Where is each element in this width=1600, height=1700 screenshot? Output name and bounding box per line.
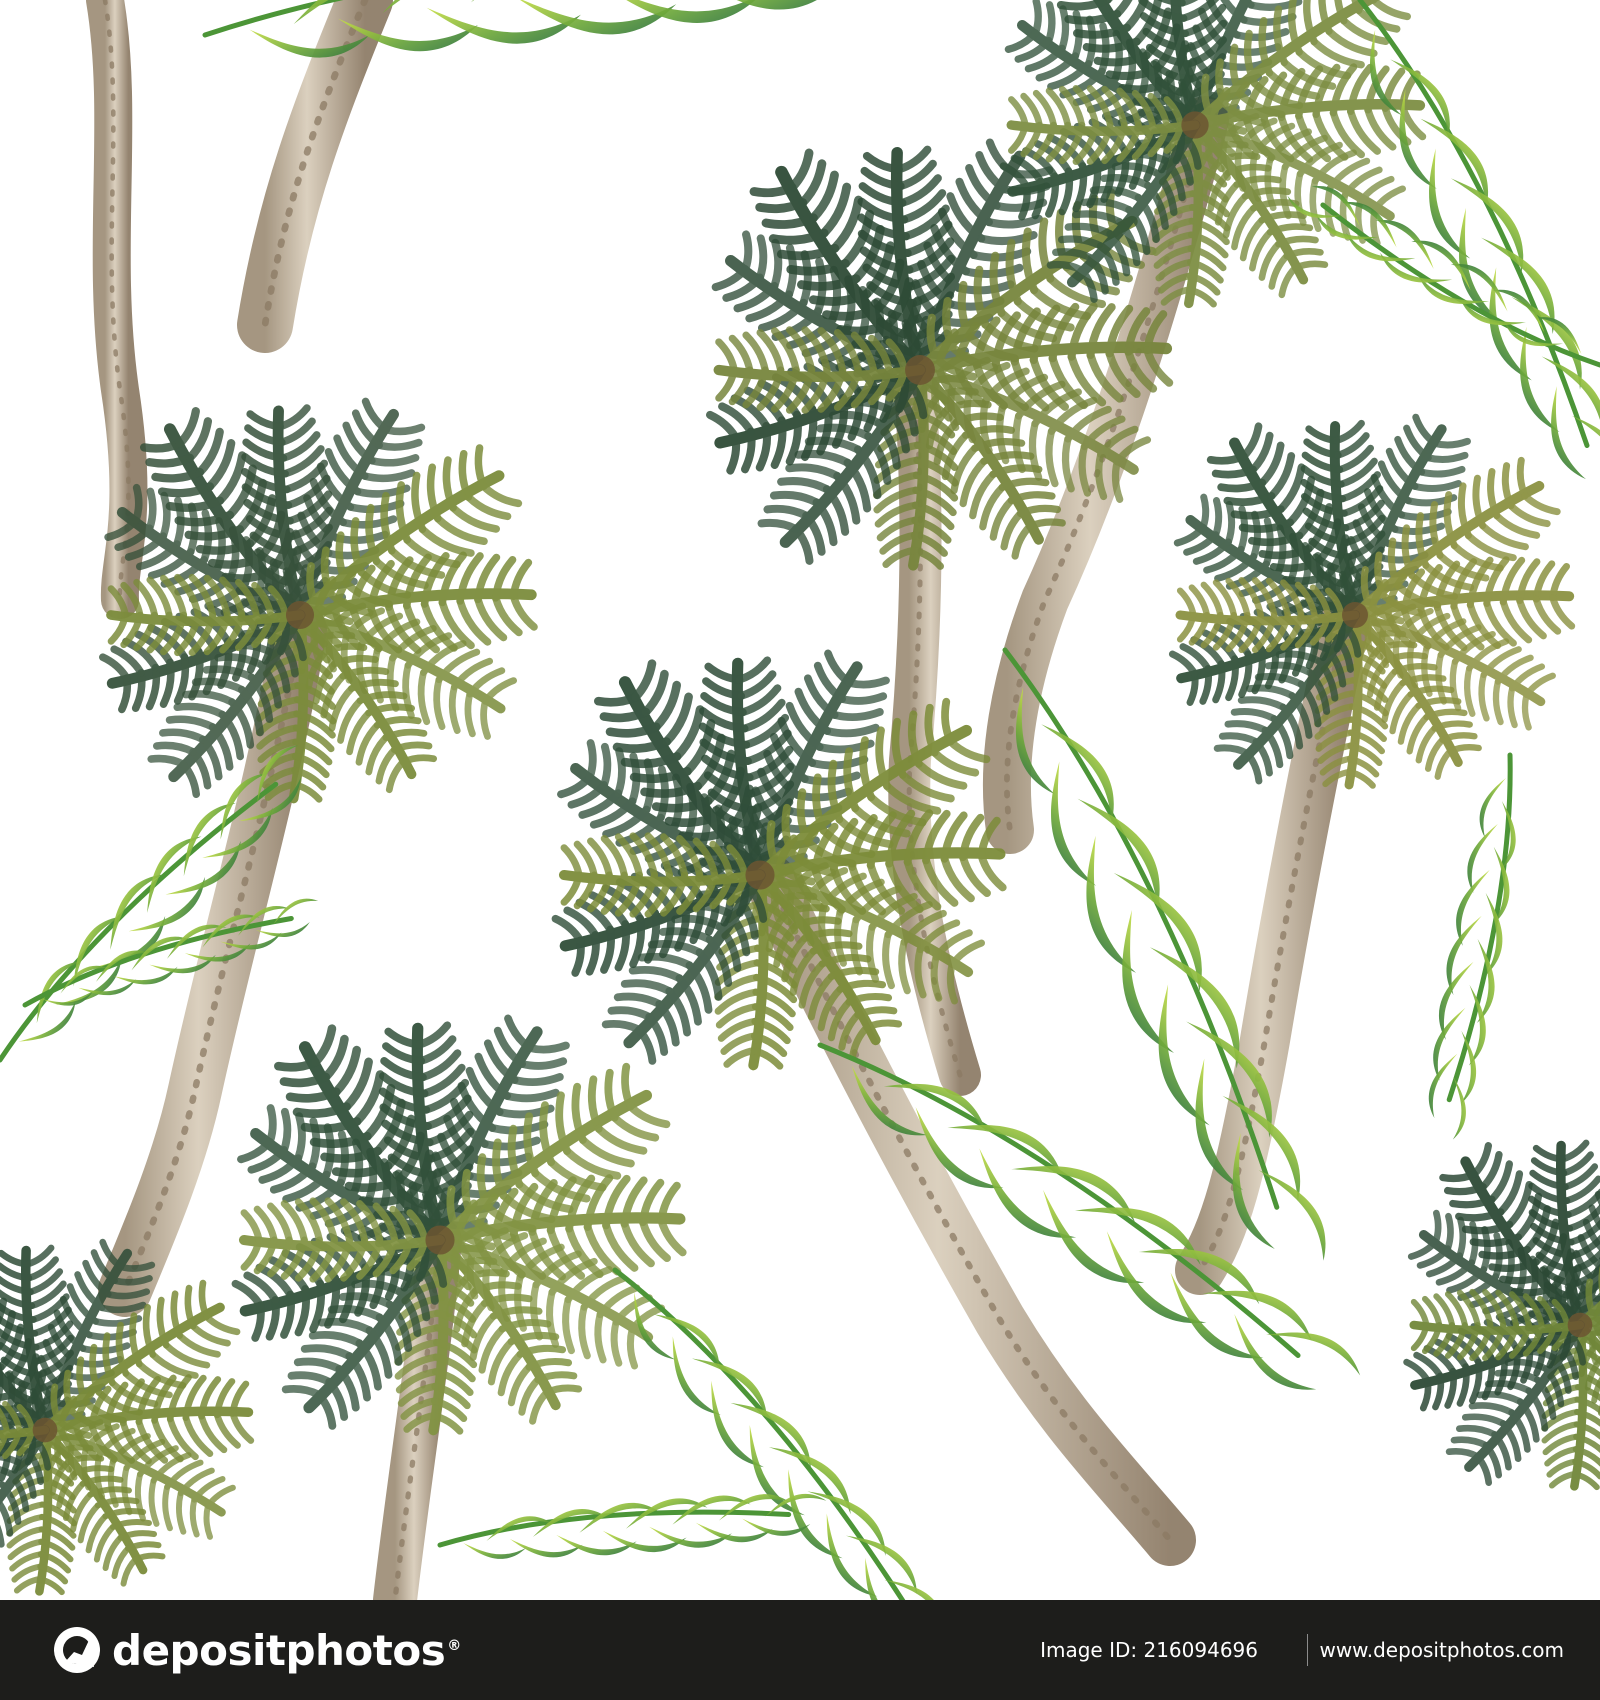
palm-tree-pattern-artwork (0, 0, 1600, 1600)
depositphotos-logo: depositphotos ® (52, 1622, 461, 1678)
stock-image-preview: depositphotos ® Image ID: 216094696 www.d… (0, 0, 1600, 1700)
stock-watermark-footer: depositphotos ® Image ID: 216094696 www.d… (0, 1600, 1600, 1700)
image-id-value: 216094696 (1143, 1638, 1258, 1662)
left-palm-crown-center (285, 600, 315, 630)
top-center-palm-crown-center (905, 355, 935, 385)
lower-left-palm-crown-center (425, 1225, 455, 1255)
depositphotos-site-url: www.depositphotos.com (1319, 1638, 1564, 1662)
top-right-palm-crown-center (1181, 111, 1209, 139)
depositphotos-logo-icon (54, 1627, 100, 1673)
depositphotos-logo-text: depositphotos ® (112, 1625, 461, 1675)
center-palm-crown-center (745, 860, 775, 890)
image-id-label: Image ID: 216094696 (1040, 1638, 1258, 1662)
footer-divider (1307, 1634, 1308, 1666)
right-palm-crown-center (1342, 602, 1368, 628)
bottom-left-palm-crown-center (32, 1417, 58, 1443)
bottom-right-palm-crown-center (1567, 1312, 1593, 1338)
watercolor-palm-illustration (0, 0, 1600, 1600)
